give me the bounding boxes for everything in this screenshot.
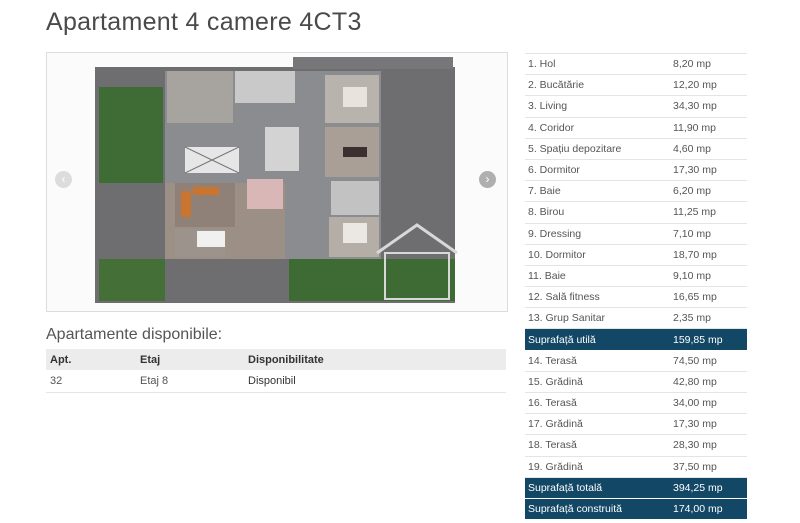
area-row: 12. Sală fitness 16,65 mp	[525, 287, 747, 309]
area-name: 10. Dormitor	[528, 248, 586, 261]
floorplan-image	[47, 53, 507, 311]
area-row: 8. Birou 11,25 mp	[525, 202, 747, 224]
area-row: 1. Hol 8,20 mp	[525, 53, 747, 76]
column-header-etaj: Etaj	[136, 349, 244, 370]
area-row: 17. Grădină 17,30 mp	[525, 414, 747, 436]
carousel-prev-button[interactable]: ‹	[55, 171, 72, 188]
area-value: 12,20 mp	[673, 79, 717, 92]
area-row: 19. Grădină 37,50 mp	[525, 457, 747, 478]
area-name: 9. Dressing	[528, 227, 582, 240]
area-row: 11. Baie 9,10 mp	[525, 266, 747, 288]
area-name: 18. Terasă	[528, 439, 577, 452]
area-row: 14. Terasă 74,50 mp	[525, 351, 747, 372]
area-name: Suprafață utilă	[528, 333, 596, 346]
area-row: 2. Bucătărie 12,20 mp	[525, 75, 747, 97]
column-header-disponibilitate: Disponibilitate	[244, 349, 506, 370]
area-value: 174,00 mp	[673, 503, 723, 516]
area-name: 2. Bucătărie	[528, 79, 585, 92]
area-row: 15. Grădină 42,80 mp	[525, 372, 747, 393]
column-header-apt: Apt.	[46, 349, 136, 370]
area-value: 9,10 mp	[673, 269, 711, 282]
area-row: 7. Baie 6,20 mp	[525, 181, 747, 203]
area-name: 17. Grădină	[528, 418, 583, 431]
area-value: 11,25 mp	[673, 206, 716, 219]
area-value: 34,30 mp	[673, 100, 717, 113]
table-row[interactable]: 32 Etaj 8 Disponibil	[46, 370, 506, 393]
area-name: 11. Baie	[528, 269, 566, 282]
area-name: 4. Coridor	[528, 121, 575, 134]
floorplan-carousel[interactable]: ‹ ›	[46, 52, 508, 312]
area-name: 13. Grup Sanitar	[528, 312, 606, 325]
area-name: 8. Birou	[528, 206, 565, 219]
area-value: 4,60 mp	[673, 142, 711, 155]
area-name: 12. Sală fitness	[528, 291, 600, 304]
area-value: 394,25 mp	[673, 481, 723, 494]
area-name: Suprafață totală	[528, 481, 603, 494]
area-row: 4. Coridor 11,90 mp	[525, 118, 747, 139]
carousel-next-button[interactable]: ›	[479, 171, 496, 188]
area-row: 3. Living 34,30 mp	[525, 96, 747, 118]
area-value: 16,65 mp	[673, 291, 717, 304]
area-summary-row: Suprafață totală 394,25 mp	[525, 477, 747, 499]
area-row: 5. Spațiu depozitare 4,60 mp	[525, 139, 747, 160]
table-header-row: Apt. Etaj Disponibilitate	[46, 349, 506, 370]
area-row: 9. Dressing 7,10 mp	[525, 224, 747, 245]
area-value: 17,30 mp	[673, 164, 717, 177]
area-value: 7,10 mp	[673, 227, 711, 240]
apt-status: Disponibil	[244, 370, 506, 393]
area-row: 6. Dormitor 17,30 mp	[525, 160, 747, 182]
area-value: 17,30 mp	[673, 418, 717, 431]
area-name: Suprafață construită	[528, 503, 622, 516]
area-name: 15. Grădină	[528, 375, 583, 388]
area-value: 11,90 mp	[673, 121, 716, 134]
area-value: 159,85 mp	[673, 333, 723, 346]
area-value: 74,50 mp	[673, 354, 717, 367]
area-name: 5. Spațiu depozitare	[528, 142, 622, 155]
apt-floor: Etaj 8	[136, 370, 244, 393]
apt-number: 32	[46, 370, 136, 393]
area-name: 7. Baie	[528, 185, 561, 198]
area-name: 3. Living	[528, 100, 568, 113]
area-row: 10. Dormitor 18,70 mp	[525, 245, 747, 266]
area-value: 28,30 mp	[673, 439, 717, 452]
area-row: 18. Terasă 28,30 mp	[525, 435, 747, 457]
area-summary-row: Suprafață construită 174,00 mp	[525, 498, 747, 521]
area-value: 8,20 mp	[673, 58, 711, 71]
available-apartments-heading: Apartamente disponibile:	[46, 326, 223, 343]
area-value: 42,80 mp	[673, 375, 717, 388]
area-value: 2,35 mp	[673, 312, 711, 325]
area-summary-row: Suprafață utilă 159,85 mp	[525, 329, 747, 351]
page-title: Apartament 4 camere 4CT3	[46, 8, 362, 36]
area-value: 18,70 mp	[673, 248, 717, 261]
area-row: 13. Grup Sanitar 2,35 mp	[525, 308, 747, 330]
area-name: 19. Grădină	[528, 460, 583, 473]
area-row: 16. Terasă 34,00 mp	[525, 393, 747, 415]
areas-table: 1. Hol 8,20 mp 2. Bucătărie 12,20 mp 3. Livi…	[525, 53, 747, 521]
area-name: 14. Terasă	[528, 354, 577, 367]
area-value: 37,50 mp	[673, 460, 717, 473]
area-name: 16. Terasă	[528, 397, 577, 410]
area-name: 1. Hol	[528, 58, 556, 71]
available-apartments-table: Apt. Etaj Disponibilitate 32 Etaj 8 Disp…	[46, 349, 506, 393]
area-value: 34,00 mp	[673, 397, 717, 410]
area-name: 6. Dormitor	[528, 164, 580, 177]
area-value: 6,20 mp	[673, 185, 711, 198]
